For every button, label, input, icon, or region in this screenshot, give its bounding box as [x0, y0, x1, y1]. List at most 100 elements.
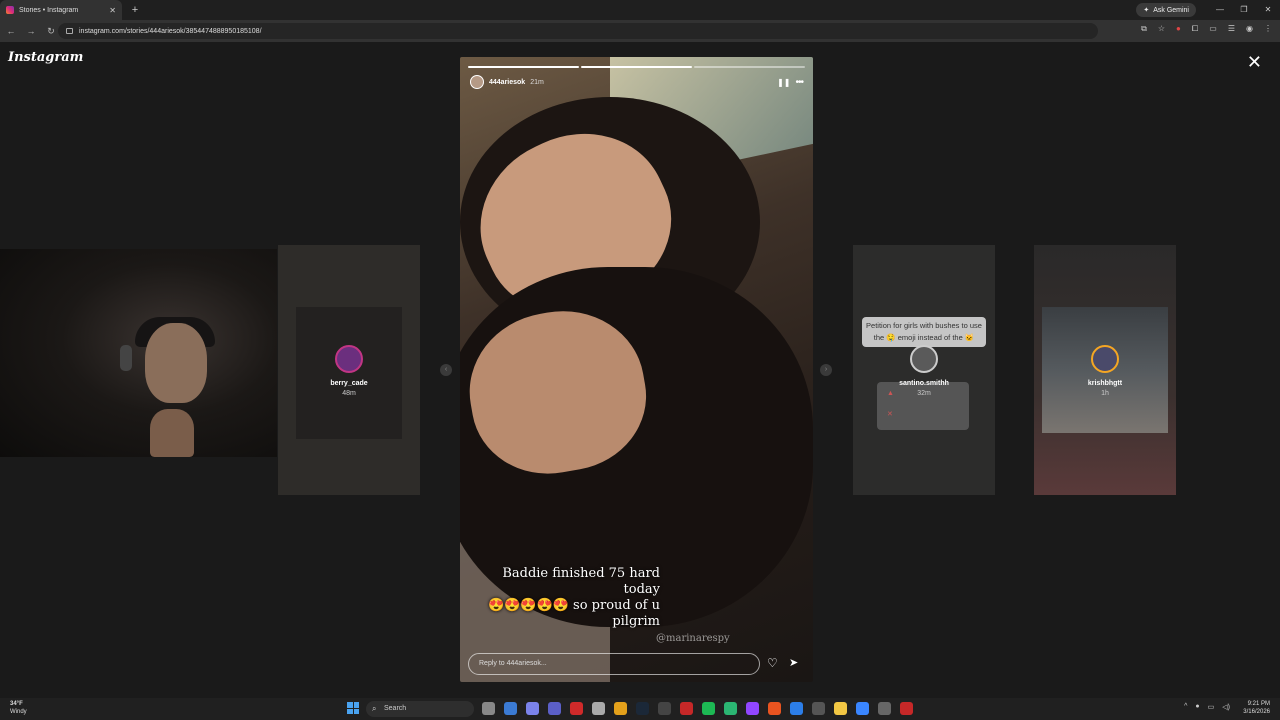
- close-stories-button[interactable]: ✕: [1247, 52, 1262, 73]
- caption-line: 😍😍😍😍😍 so proud of u: [487, 598, 660, 613]
- reply-input[interactable]: Reply to 444ariesok...: [468, 653, 760, 675]
- new-tab-button[interactable]: +: [126, 4, 144, 16]
- webcam-face: [145, 323, 207, 403]
- reload-icon[interactable]: ↻: [46, 26, 56, 37]
- app-icon[interactable]: [812, 702, 825, 715]
- app-icon[interactable]: [768, 702, 781, 715]
- tab-search-icon[interactable]: ☰: [1228, 24, 1235, 34]
- chevron-up-icon[interactable]: ^: [1184, 703, 1187, 711]
- close-window-button[interactable]: ✕: [1256, 0, 1280, 20]
- search-icon: ⌕: [372, 704, 377, 713]
- steam-icon[interactable]: [636, 702, 649, 715]
- instagram-logo[interactable]: Instagram: [8, 50, 83, 65]
- gemini-sparkle-icon: ✦: [1143, 7, 1150, 14]
- story-header: 444ariesok 21m ❚❚ •••: [470, 74, 804, 90]
- avatar: [335, 345, 363, 373]
- back-arrow-icon[interactable]: ←: [6, 26, 16, 36]
- ask-gemini-button[interactable]: ✦ Ask Gemini: [1136, 3, 1196, 17]
- story-time: 48m: [342, 390, 356, 397]
- taskbar-clock[interactable]: 9:21 PM 3/16/2026: [1243, 700, 1270, 716]
- story-username: krishbhgtt: [1087, 380, 1123, 387]
- browser-tab-active[interactable]: Stories • Instagram ✕: [0, 0, 122, 20]
- story-time: 1h: [1101, 390, 1109, 397]
- webcam-overlay: [0, 249, 277, 457]
- settings-gear-icon[interactable]: [878, 702, 891, 715]
- tab-close-icon[interactable]: ✕: [109, 6, 116, 15]
- windows-taskbar: 34°F Windy ⌕ Search ^ ● ▭ ◁) 9:21 PM 3/1…: [0, 698, 1280, 720]
- weather-condition: Windy: [10, 709, 27, 715]
- minimize-button[interactable]: —: [1208, 0, 1232, 20]
- extension-record-icon[interactable]: ●: [1176, 24, 1181, 34]
- story-progress-bar: [468, 66, 805, 68]
- side-story-card[interactable]: berry_cade 48m: [278, 245, 420, 495]
- main-story[interactable]: 444ariesok 21m ❚❚ ••• Baddie finished 75…: [460, 57, 813, 682]
- avatar: [910, 345, 938, 373]
- poll-option-icon: ✕: [887, 411, 893, 418]
- story-text-sticker: Petition for girls with bushes to use th…: [862, 317, 986, 347]
- webcam-headset: [120, 345, 132, 371]
- story-author-username[interactable]: 444ariesok: [489, 79, 525, 86]
- progress-segment: [694, 66, 805, 68]
- webcam-hand: [150, 409, 194, 457]
- send-icon[interactable]: ➤: [789, 656, 798, 669]
- windows-start-icon[interactable]: [347, 702, 359, 714]
- teams-work-icon[interactable]: [548, 702, 561, 715]
- teams-icon[interactable]: [526, 702, 539, 715]
- progress-segment: [468, 66, 579, 68]
- next-story-arrow-icon[interactable]: ›: [820, 364, 832, 376]
- sidebar-icon[interactable]: ▭: [1209, 24, 1217, 34]
- more-options-icon[interactable]: •••: [795, 77, 803, 88]
- file-explorer-icon[interactable]: [834, 702, 847, 715]
- clock-date: 3/16/2026: [1243, 709, 1270, 715]
- network-icon[interactable]: ▭: [1208, 703, 1215, 711]
- profile-avatar-icon[interactable]: ◉: [1246, 24, 1253, 34]
- menu-kebab-icon[interactable]: ⋮: [1264, 24, 1272, 34]
- app-icon[interactable]: [724, 702, 737, 715]
- instagram-favicon-icon: [6, 6, 14, 14]
- story-preview: [296, 307, 402, 439]
- story-username: berry_cade: [330, 380, 368, 387]
- steam-alt-icon[interactable]: [592, 702, 605, 715]
- story-caption: Baddie finished 75 hard today 😍😍😍😍😍 so p…: [480, 566, 660, 630]
- mail-icon[interactable]: [790, 702, 803, 715]
- progress-segment: [581, 66, 692, 68]
- app-icon[interactable]: [900, 702, 913, 715]
- app-tray-icon[interactable]: ●: [1195, 703, 1199, 711]
- cast-icon[interactable]: ⧉: [1141, 24, 1147, 34]
- chrome-icon[interactable]: [614, 702, 627, 715]
- taskbar-search[interactable]: ⌕ Search: [366, 701, 474, 717]
- forward-arrow-icon[interactable]: →: [26, 26, 36, 36]
- address-bar[interactable]: instagram.com/stories/444ariesok/3854474…: [58, 23, 1098, 39]
- site-info-icon[interactable]: [66, 28, 73, 34]
- side-story-card[interactable]: Petition for girls with bushes to use th…: [853, 245, 995, 495]
- extensions-puzzle-icon[interactable]: ⧠: [1192, 24, 1198, 34]
- toolbar-actions: ⧉ ☆ ● ⧠ ▭ ☰ ◉ ⋮: [1141, 24, 1272, 34]
- story-mention[interactable]: @marinarespy: [656, 633, 730, 644]
- like-heart-icon[interactable]: ♡: [767, 656, 778, 670]
- opera-icon[interactable]: [570, 702, 583, 715]
- ask-gemini-label: Ask Gemini: [1153, 6, 1189, 14]
- spotify-icon[interactable]: [702, 702, 715, 715]
- bookmark-star-icon[interactable]: ☆: [1158, 24, 1165, 34]
- caption-line: Baddie finished 75 hard today: [502, 566, 660, 597]
- app-icon[interactable]: [680, 702, 693, 715]
- story-author-avatar[interactable]: [470, 75, 484, 89]
- caption-line: pilgrim: [612, 614, 660, 629]
- tab-title: Stories • Instagram: [19, 6, 79, 14]
- pause-icon[interactable]: ❚❚: [777, 78, 790, 87]
- clock-time: 9:21 PM: [1247, 701, 1270, 707]
- browser-tabbar: Stories • Instagram ✕ + ✦ Ask Gemini — ❐…: [0, 0, 1280, 20]
- volume-icon[interactable]: ◁): [1222, 703, 1230, 711]
- window-controls: — ❐ ✕: [1208, 0, 1280, 20]
- task-view-icon[interactable]: [482, 702, 495, 715]
- system-tray: ^ ● ▭ ◁): [1184, 703, 1230, 711]
- weather-widget[interactable]: 34°F Windy: [10, 700, 27, 716]
- previous-story-arrow-icon[interactable]: ‹: [440, 364, 452, 376]
- browser-toolbar: ← → ↻ instagram.com/stories/444ariesok/3…: [0, 20, 1280, 42]
- epic-games-icon[interactable]: [658, 702, 671, 715]
- twitch-icon[interactable]: [746, 702, 759, 715]
- copilot-icon[interactable]: [504, 702, 517, 715]
- app-icon[interactable]: [856, 702, 869, 715]
- side-story-card[interactable]: krishbhgtt 1h: [1034, 245, 1176, 495]
- restore-button[interactable]: ❐: [1232, 0, 1256, 20]
